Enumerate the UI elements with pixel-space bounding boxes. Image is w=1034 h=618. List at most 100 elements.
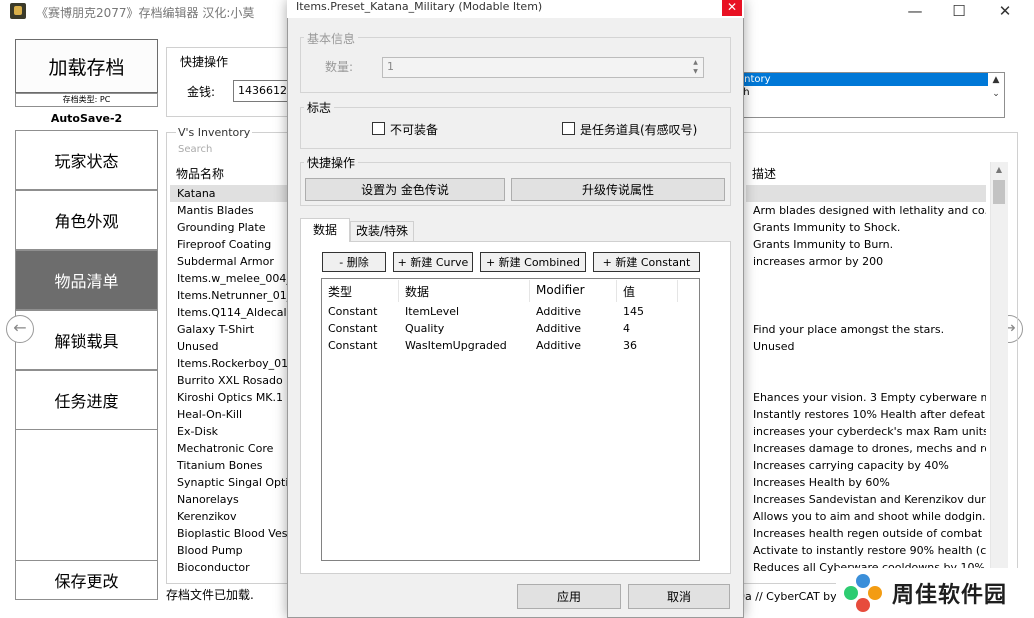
quantity-stepper[interactable]: 1 <box>382 57 704 78</box>
right-list-item[interactable]: entory <box>734 73 988 86</box>
grid-header-data[interactable]: 数据 <box>405 283 429 300</box>
table-row[interactable]: Unused <box>746 338 986 355</box>
nav-inventory[interactable]: 物品清单 <box>15 250 158 310</box>
grid-cell[interactable]: Constant <box>328 305 377 318</box>
table-row[interactable]: Synaptic Singal Optim <box>170 474 290 491</box>
prev-arrow-icon[interactable]: ← <box>6 315 34 343</box>
new-constant-button[interactable]: + 新建 Constant <box>593 252 700 272</box>
quest-item-label[interactable]: 是任务道具(有感叹号) <box>580 121 697 138</box>
close-button[interactable]: ✕ <box>982 0 1028 24</box>
table-row[interactable]: Find your place amongst the stars. <box>746 321 986 338</box>
tab-data[interactable]: 数据 <box>300 218 350 242</box>
table-row[interactable]: Increases Sandevistan and Kerenzikov dur… <box>746 491 986 508</box>
grid-header-type[interactable]: 类型 <box>328 283 352 300</box>
table-row[interactable]: Kerenzikov <box>170 508 290 525</box>
grid-cell[interactable]: Quality <box>405 322 444 335</box>
save-changes-button[interactable]: 保存更改 <box>15 560 158 600</box>
table-row[interactable]: Kiroshi Optics MK.1 <box>170 389 290 406</box>
unequippable-checkbox[interactable] <box>372 122 385 135</box>
table-row[interactable]: Mechatronic Core <box>170 440 290 457</box>
table-row[interactable]: increases armor by 200 <box>746 253 986 270</box>
grid-cell[interactable]: 145 <box>623 305 644 318</box>
table-row[interactable] <box>746 185 986 202</box>
table-row[interactable]: Heal-On-Kill <box>170 406 290 423</box>
table-row[interactable]: Fireproof Coating <box>170 236 290 253</box>
grid-cell[interactable]: WasItemUpgraded <box>405 339 507 352</box>
nav-player-status[interactable]: 玩家状态 <box>15 130 158 190</box>
stats-grid[interactable] <box>321 278 700 561</box>
col-header-name[interactable]: 物品名称 <box>176 165 224 182</box>
nav-vehicles[interactable]: 解锁载具 <box>15 310 158 370</box>
scrollbar-thumb[interactable] <box>993 180 1005 204</box>
table-row[interactable]: Burrito XXL Rosado <box>170 372 290 389</box>
table-row[interactable]: Allows you to aim and shoot while dodgin… <box>746 508 986 525</box>
scroll-up-icon[interactable]: ▲ <box>990 162 1008 178</box>
dialog-close-button[interactable]: ✕ <box>722 0 742 16</box>
grid-cell[interactable]: 4 <box>623 322 630 335</box>
set-legendary-button[interactable]: 设置为 金色传说 <box>305 178 505 201</box>
table-row[interactable]: Katana <box>170 185 290 202</box>
quest-item-checkbox[interactable] <box>562 122 575 135</box>
grid-cell[interactable]: ItemLevel <box>405 305 459 318</box>
table-row[interactable]: Increases Health by 60% <box>746 474 986 491</box>
col-header-desc[interactable]: 描述 <box>752 165 776 182</box>
unequippable-label[interactable]: 不可装备 <box>390 121 438 138</box>
minimize-button[interactable]: — <box>892 0 938 24</box>
tab-mods[interactable]: 改装/特殊 <box>350 221 414 242</box>
table-row[interactable]: Activate to instantly restore 90% health… <box>746 542 986 559</box>
table-row[interactable]: Grounding Plate <box>170 219 290 236</box>
search-input[interactable]: Search <box>178 144 212 155</box>
grid-header-value[interactable]: 值 <box>623 283 635 300</box>
table-row[interactable]: Items.Q114_Aldecaldo <box>170 304 290 321</box>
table-row[interactable]: Subdermal Armor <box>170 253 290 270</box>
table-row[interactable]: Blood Pump <box>170 542 290 559</box>
table-row[interactable]: Arm blades designed with lethality and c… <box>746 202 986 219</box>
table-row[interactable]: Instantly restores 10% Health after defe… <box>746 406 986 423</box>
table-row[interactable]: Increases damage to drones, mechs and ro… <box>746 440 986 457</box>
money-input[interactable]: 1436612 <box>233 80 293 102</box>
table-row[interactable] <box>746 372 986 389</box>
maximize-button[interactable]: ☐ <box>936 0 982 24</box>
table-row[interactable] <box>746 270 986 287</box>
grid-cell[interactable]: Additive <box>536 305 581 318</box>
spinner-icon[interactable]: ▲ ▼ <box>688 58 703 77</box>
table-row[interactable]: Titanium Bones <box>170 457 290 474</box>
scroll-up-icon[interactable]: ▲ <box>988 73 1004 87</box>
table-row[interactable]: Nanorelays <box>170 491 290 508</box>
table-row[interactable]: Ex-Disk <box>170 423 290 440</box>
new-combined-button[interactable]: + 新建 Combined <box>480 252 586 272</box>
table-row[interactable]: Bioplastic Blood Vesse <box>170 525 290 542</box>
inventory-scrollbar[interactable] <box>990 162 1008 582</box>
grid-cell[interactable]: Constant <box>328 339 377 352</box>
nav-quests[interactable]: 任务进度 <box>15 370 158 430</box>
upgrade-legendary-button[interactable]: 升级传说属性 <box>511 178 725 201</box>
table-row[interactable] <box>746 355 986 372</box>
delete-button[interactable]: - 删除 <box>322 252 386 272</box>
table-row[interactable]: Grants Immunity to Shock. <box>746 219 986 236</box>
table-row[interactable]: Items.Rockerboy_01_S <box>170 355 290 372</box>
table-row[interactable]: Unused <box>170 338 290 355</box>
table-row[interactable]: Mantis Blades <box>170 202 290 219</box>
cancel-button[interactable]: 取消 <box>628 584 730 609</box>
grid-cell[interactable]: Constant <box>328 322 377 335</box>
table-row[interactable]: Items.Netrunner_01_S <box>170 287 290 304</box>
table-row[interactable]: Items.w_melee_004__f <box>170 270 290 287</box>
grid-header-modifier[interactable]: Modifier <box>536 283 585 297</box>
nav-appearance[interactable]: 角色外观 <box>15 190 158 250</box>
table-row[interactable] <box>746 287 986 304</box>
table-row[interactable]: Grants Immunity to Burn. <box>746 236 986 253</box>
apply-button[interactable]: 应用 <box>517 584 621 609</box>
table-row[interactable]: Increases health regen outside of combat… <box>746 525 986 542</box>
grid-cell[interactable]: Additive <box>536 339 581 352</box>
load-save-button[interactable]: 加载存档 <box>15 39 158 93</box>
grid-cell[interactable]: 36 <box>623 339 637 352</box>
right-list-scroll[interactable]: ▲ ⌄ <box>988 73 1004 117</box>
scroll-down-icon[interactable]: ⌄ <box>988 87 1004 101</box>
grid-cell[interactable]: Additive <box>536 322 581 335</box>
table-row[interactable]: Ehances your vision. 3 Empty cyberware m… <box>746 389 986 406</box>
new-curve-button[interactable]: + 新建 Curve <box>393 252 473 272</box>
table-row[interactable]: Bioconductor <box>170 559 290 576</box>
table-row[interactable]: increases your cyberdeck's max Ram units… <box>746 423 986 440</box>
table-row[interactable]: Increases carrying capacity by 40% <box>746 457 986 474</box>
table-row[interactable]: Galaxy T-Shirt <box>170 321 290 338</box>
